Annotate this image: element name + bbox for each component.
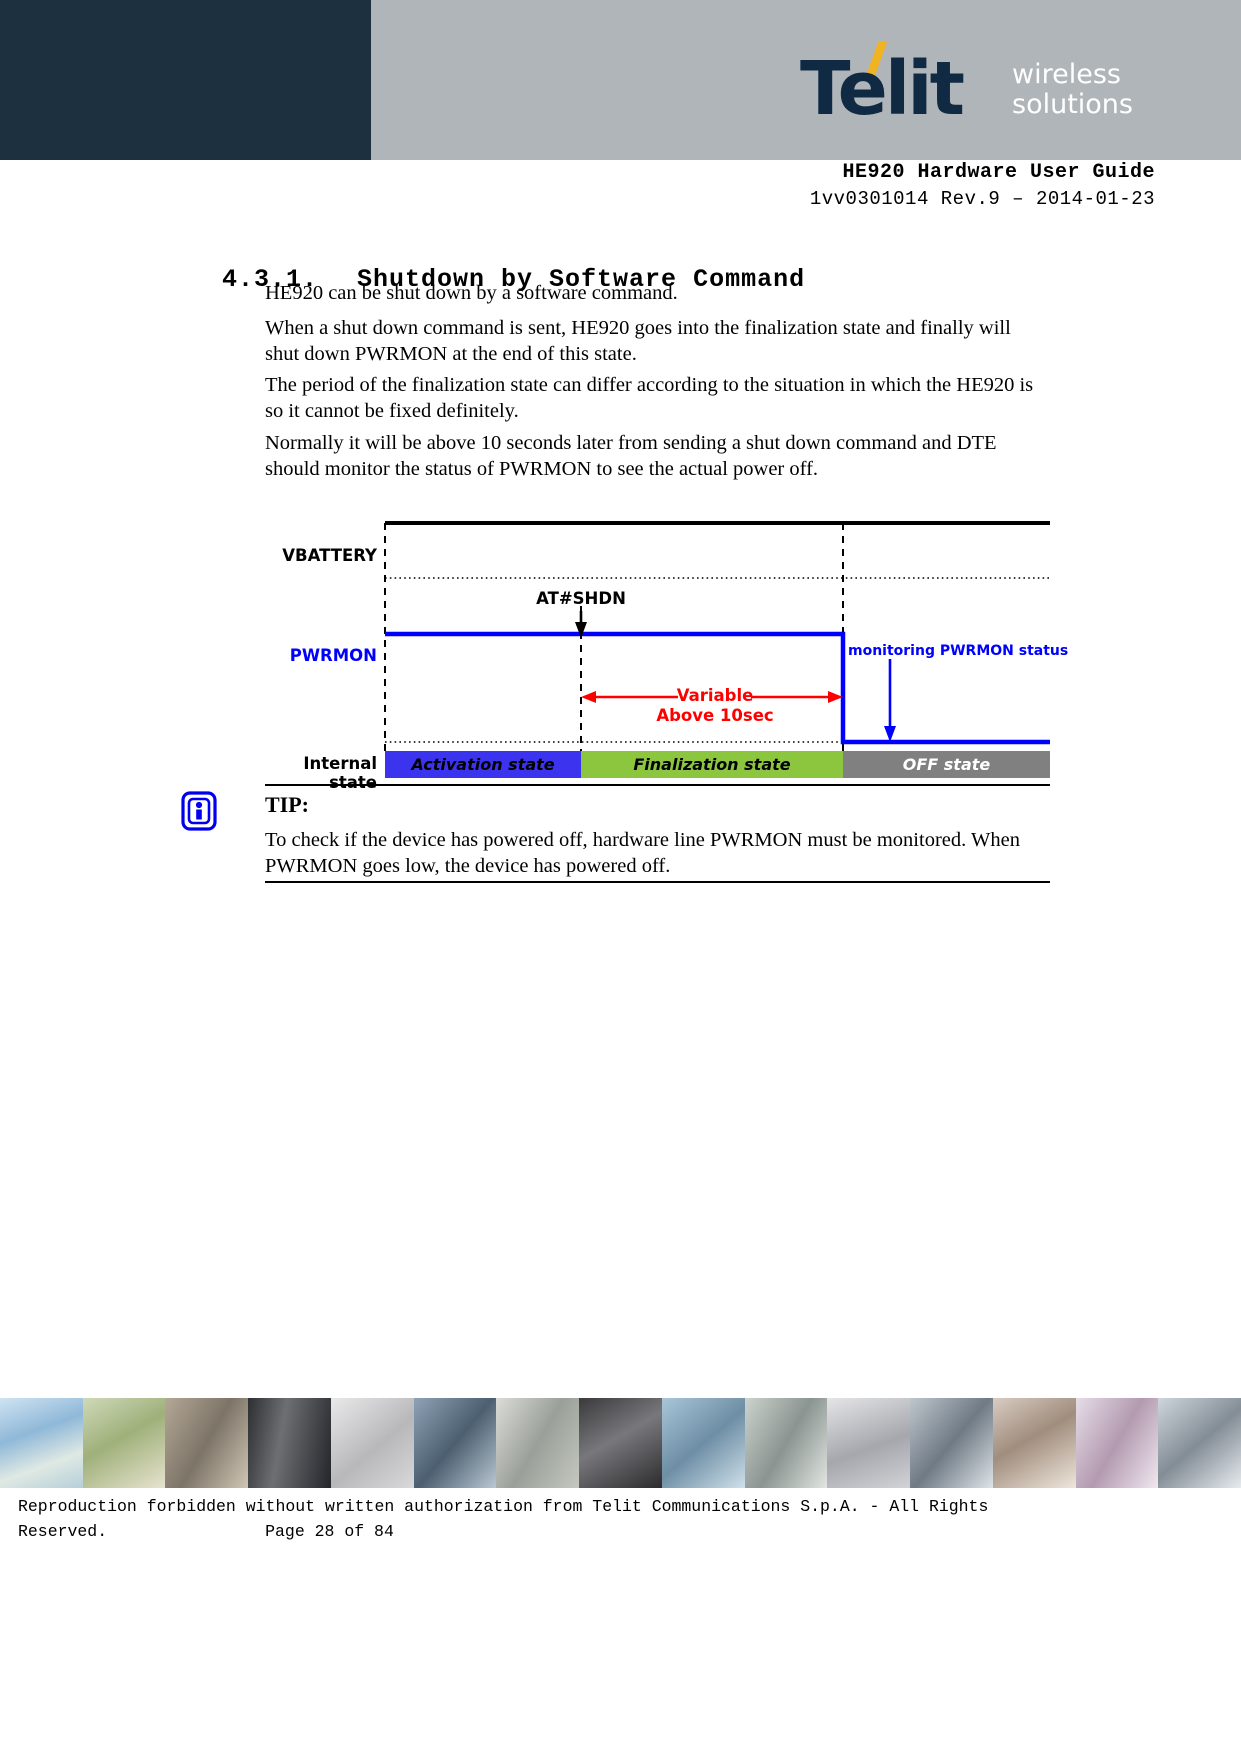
- footer-image-5: [330, 1398, 414, 1488]
- footer-image-3: [165, 1398, 249, 1488]
- state-label-finalization: Finalization state: [633, 755, 791, 774]
- paragraph-4: Normally it will be above 10 seconds lat…: [265, 432, 997, 480]
- footer-page-number: Page 28 of 84: [265, 1522, 394, 1541]
- footer-image-8: [579, 1398, 662, 1488]
- paragraph-2: When a shut down command is sent, HE920 …: [265, 317, 1011, 365]
- footer-image-11: [827, 1398, 911, 1488]
- variable-arrow-head-left: [581, 691, 596, 703]
- footer-image-12: [910, 1398, 993, 1488]
- tip-text: To check if the device has powered off, …: [265, 829, 1020, 877]
- logo-tagline-line2: solutions: [1012, 89, 1133, 120]
- state-label-activation: Activation state: [411, 755, 555, 774]
- internal-state-label: Internal state: [303, 754, 377, 792]
- vbattery-label: VBATTERY: [282, 546, 377, 565]
- footer-image-2: [82, 1398, 166, 1488]
- variable-label-line2: Above 10sec: [656, 706, 774, 725]
- monitoring-arrow-head: [884, 726, 896, 742]
- footer-image-14: [1075, 1398, 1159, 1488]
- footer-image-15: [1158, 1398, 1241, 1488]
- variable-label-line1: Variable: [676, 686, 754, 705]
- tip-divider-bottom: [265, 881, 1050, 883]
- info-icon: [181, 791, 217, 831]
- monitoring-pwrmon-label: monitoring PWRMON status: [848, 643, 1069, 659]
- logo-tagline-line1: wireless: [1012, 59, 1121, 90]
- paragraph-3: The period of the finalization state can…: [265, 374, 1034, 422]
- footer-copyright: Reproduction forbidden without written a…: [18, 1494, 1218, 1544]
- footer-image-strip: [0, 1398, 1241, 1488]
- document-revision: 1vv0301014 Rev.9 – 2014-01-23: [809, 188, 1155, 210]
- shutdown-timing-diagram: VBATTERY PWRMON Internal state AT#SHDN m…: [265, 516, 1069, 792]
- paragraph-1: HE920 can be shut down by a software com…: [265, 282, 678, 304]
- footer-image-4: [248, 1398, 331, 1488]
- footer-image-10: [744, 1398, 828, 1488]
- header-dark-block: [0, 0, 371, 160]
- footer-image-7: [496, 1398, 580, 1488]
- footer-reserved: Reserved.: [18, 1522, 108, 1541]
- footer-image-1: [0, 1398, 83, 1488]
- logo-wordmark: Telit: [800, 46, 965, 132]
- page-header-banner: Telit wireless solutions: [0, 0, 1241, 160]
- tip-divider-top: [265, 784, 1050, 786]
- footer-image-6: [413, 1398, 497, 1488]
- footer-image-13: [992, 1398, 1076, 1488]
- state-label-off: OFF state: [902, 755, 991, 774]
- document-header-text: HE920 Hardware User Guide 1vv0301014 Rev…: [0, 160, 1155, 212]
- footer-line-2: Reserved. Page 28 of 84: [18, 1519, 1218, 1544]
- pwrmon-label: PWRMON: [289, 646, 377, 665]
- footer-line-1: Reproduction forbidden without written a…: [18, 1497, 989, 1516]
- document-page: Telit wireless solutions HE920 Hardware …: [0, 0, 1241, 1754]
- logo-tagline: wireless solutions: [1012, 60, 1133, 120]
- tip-label: TIP:: [265, 792, 309, 817]
- telit-logo: Telit wireless solutions: [800, 42, 1133, 142]
- section-heading: 4.3.1. Shutdown by Software Command: [158, 236, 805, 323]
- footer-image-9: [661, 1398, 745, 1488]
- document-title: HE920 Hardware User Guide: [842, 161, 1155, 184]
- atshdn-label: AT#SHDN: [536, 589, 626, 608]
